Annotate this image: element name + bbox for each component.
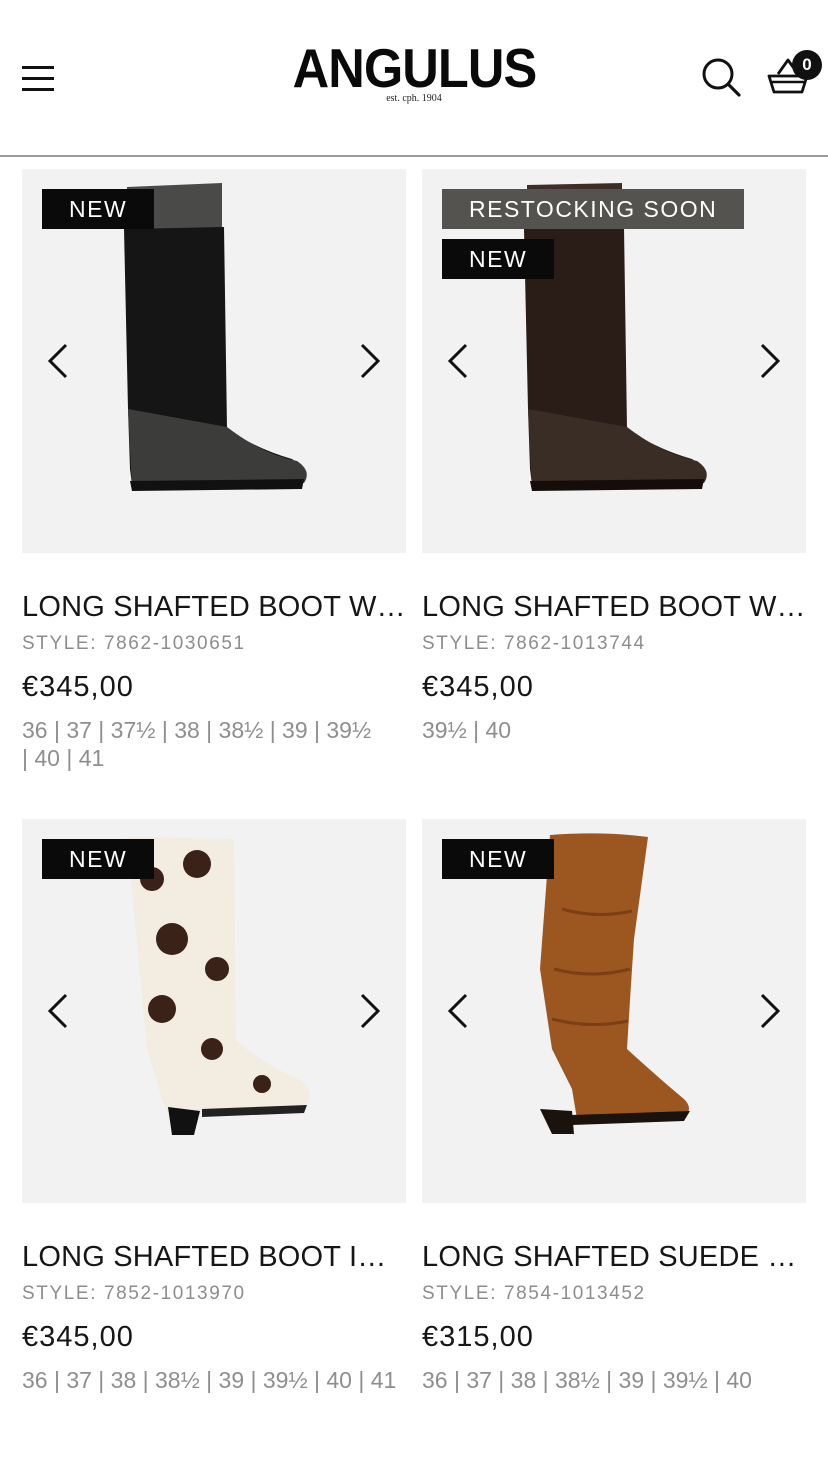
product-style-number: STYLE: 7852-1013970 xyxy=(22,1283,246,1304)
product-style-number: STYLE: 7854-1013452 xyxy=(422,1283,646,1304)
previous-image-chevron-icon[interactable] xyxy=(440,991,480,1031)
previous-image-chevron-icon[interactable] xyxy=(40,341,80,381)
search-icon[interactable] xyxy=(700,56,742,98)
product-price: €315,00 xyxy=(422,1321,534,1353)
product-style-number: STYLE: 7862-1030651 xyxy=(22,633,246,654)
product-image-gallery[interactable]: NEW xyxy=(422,819,806,1203)
product-price: €345,00 xyxy=(22,671,134,703)
product-title[interactable]: LONG SHAFTED SUEDE B... xyxy=(422,1240,806,1274)
badge-restocking-soon: RESTOCKING SOON xyxy=(442,189,745,229)
product-card[interactable]: NEW LONG SHAFTED BOOT WI... STYLE: 7862-… xyxy=(22,169,406,772)
next-image-chevron-icon[interactable] xyxy=(348,341,388,381)
product-card[interactable]: NEW LONG SHAFTED BOOT IN ... STYLE: 7852… xyxy=(22,819,406,1394)
previous-image-chevron-icon[interactable] xyxy=(40,991,80,1031)
product-title[interactable]: LONG SHAFTED BOOT IN ... xyxy=(22,1240,406,1274)
cart-button[interactable]: 0 xyxy=(766,50,826,98)
site-header: ANGULUS est. cph. 1904 0 xyxy=(0,0,828,157)
product-sizes: 36 | 37 | 37½ | 38 | 38½ | 39 | 39½ | 40… xyxy=(22,717,372,771)
next-image-chevron-icon[interactable] xyxy=(348,991,388,1031)
product-image-gallery[interactable]: NEW xyxy=(22,819,406,1203)
product-price: €345,00 xyxy=(22,1321,134,1353)
product-card[interactable]: NEW LONG SHAFTED SUEDE B... STYLE: 7854-… xyxy=(422,819,806,1394)
badge-new: NEW xyxy=(442,839,555,879)
product-sizes: 36 | 37 | 38 | 38½ | 39 | 39½ | 40 xyxy=(422,1367,752,1393)
badge-new: NEW xyxy=(42,839,155,879)
badge-new: NEW xyxy=(442,239,555,279)
product-style-number: STYLE: 7862-1013744 xyxy=(422,633,646,654)
product-title[interactable]: LONG SHAFTED BOOT WI... xyxy=(422,590,806,624)
product-image-gallery[interactable]: RESTOCKING SOON NEW xyxy=(422,169,806,553)
product-sizes: 36 | 37 | 38 | 38½ | 39 | 39½ | 40 | 41 xyxy=(22,1367,397,1393)
brand-name: ANGULUS xyxy=(292,37,537,99)
cart-count-badge: 0 xyxy=(792,50,822,80)
product-image-gallery[interactable]: NEW xyxy=(22,169,406,553)
product-price: €345,00 xyxy=(422,671,534,703)
product-title[interactable]: LONG SHAFTED BOOT WI... xyxy=(22,590,406,624)
product-card[interactable]: RESTOCKING SOON NEW LONG SHAFTED BOOT WI… xyxy=(422,169,806,744)
previous-image-chevron-icon[interactable] xyxy=(440,341,480,381)
product-sizes: 39½ | 40 xyxy=(422,717,512,743)
badge-new: NEW xyxy=(42,189,155,229)
next-image-chevron-icon[interactable] xyxy=(748,991,788,1031)
next-image-chevron-icon[interactable] xyxy=(748,341,788,381)
